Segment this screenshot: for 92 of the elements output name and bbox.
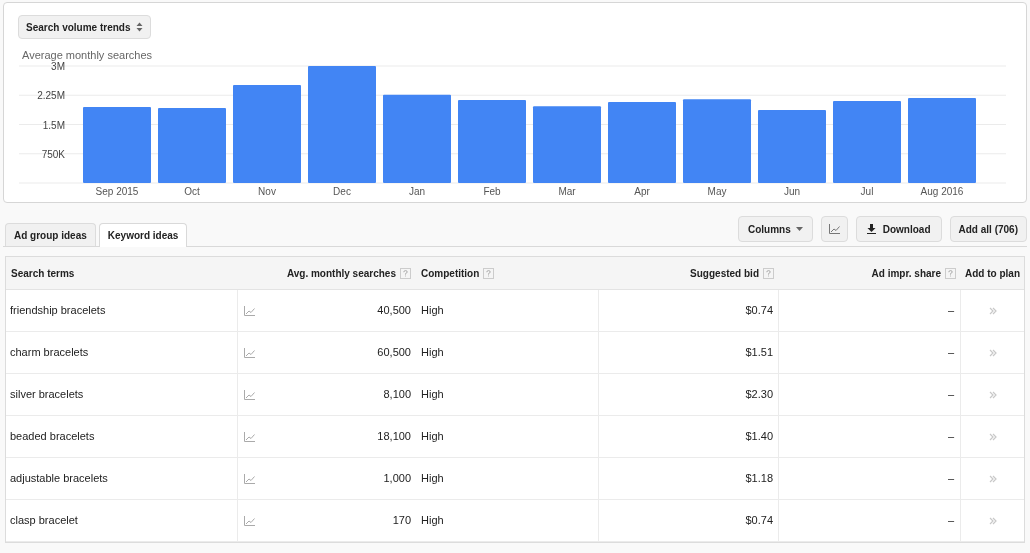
- add-arrows-icon[interactable]: [989, 516, 997, 525]
- sort-arrows-icon: [136, 22, 144, 32]
- bar[interactable]: [683, 99, 751, 183]
- trend-chart-icon[interactable]: [244, 473, 255, 484]
- table-cell-text: High: [421, 429, 444, 445]
- y-axis-label: 1.5M: [42, 119, 65, 131]
- table-cell-text: $0.74: [745, 513, 773, 529]
- table-cell-text: 8,100: [383, 387, 411, 403]
- column-header[interactable]: Search terms: [11, 267, 75, 279]
- add-arrows-icon[interactable]: [989, 432, 997, 441]
- bar[interactable]: [83, 106, 151, 183]
- table-cell-text: 1,000: [383, 471, 411, 487]
- bar[interactable]: [833, 101, 901, 183]
- trend-chart-icon[interactable]: [244, 389, 255, 400]
- trend-chart-icon[interactable]: [244, 305, 255, 316]
- table-cell-text: $1.51: [745, 345, 773, 361]
- table-cell-text: friendship bracelets: [10, 303, 106, 319]
- table-cell-text: High: [421, 303, 444, 319]
- table-cell-text: 18,100: [377, 429, 411, 445]
- add-arrows-icon[interactable]: [989, 306, 997, 315]
- x-axis-label: Jun: [783, 186, 801, 197]
- table-cell-text: High: [421, 513, 444, 529]
- download-button[interactable]: Download: [855, 216, 942, 242]
- y-axis-label: 3M: [51, 62, 65, 72]
- trend-chart-icon: [828, 224, 840, 234]
- trend-chart-icon[interactable]: [244, 515, 255, 526]
- column-header[interactable]: Avg. monthly searches: [286, 267, 396, 279]
- bar[interactable]: [233, 85, 301, 183]
- table-cell-text: silver bracelets: [10, 387, 84, 403]
- table-cell-text: –: [947, 513, 954, 529]
- bar[interactable]: [908, 98, 976, 183]
- chart-type-selector[interactable]: Search volume trends: [18, 15, 152, 39]
- bar[interactable]: [533, 106, 601, 183]
- trend-chart-icon[interactable]: [244, 431, 255, 442]
- table-cell-text: adjustable bracelets: [10, 471, 108, 487]
- x-axis-label: Aug 2016: [920, 186, 964, 197]
- bar[interactable]: [383, 94, 451, 183]
- x-axis-label: Jan: [408, 186, 426, 197]
- table-cell-text: beaded bracelets: [10, 429, 95, 445]
- bar[interactable]: [308, 66, 376, 183]
- table-cell-text: High: [421, 345, 444, 361]
- help-icon[interactable]: [483, 268, 495, 280]
- column-header[interactable]: Competition: [421, 267, 480, 279]
- table-cell-text: $0.74: [745, 303, 773, 319]
- help-icon[interactable]: [945, 268, 956, 280]
- caret-icon: [795, 227, 803, 231]
- column-header[interactable]: Add to plan: [965, 267, 1020, 279]
- table-cell-text: $2.30: [745, 387, 773, 403]
- table-cell-text: High: [421, 471, 444, 487]
- x-axis-label: Sep 2015: [95, 186, 139, 197]
- help-icon[interactable]: [400, 268, 411, 280]
- x-axis-label: Feb: [483, 186, 501, 197]
- add-arrows-icon[interactable]: [989, 348, 997, 357]
- bar[interactable]: [608, 101, 676, 183]
- table-cell-text: –: [947, 387, 954, 403]
- y-axis-label: 750K: [41, 148, 65, 160]
- add-all-button[interactable]: Add all (706): [949, 216, 1027, 242]
- table-cell-text: $1.18: [745, 471, 773, 487]
- x-axis-label: May: [707, 186, 727, 197]
- table-cell-text: –: [947, 303, 954, 319]
- x-axis-label: Mar: [558, 186, 576, 197]
- y-axis-label: 2.25M: [37, 90, 65, 102]
- tab[interactable]: Ad group ideas: [5, 223, 96, 246]
- table-cell-text: 60,500: [377, 345, 411, 361]
- bar[interactable]: [758, 110, 826, 183]
- chart-title: Average monthly searches: [22, 48, 153, 62]
- tab[interactable]: Keyword ideas: [98, 223, 188, 247]
- add-arrows-icon[interactable]: [989, 474, 997, 483]
- table-cell-text: clasp bracelet: [10, 513, 78, 529]
- x-axis-label: Apr: [634, 186, 650, 197]
- columns-button[interactable]: Columns: [737, 216, 813, 242]
- bar[interactable]: [458, 99, 526, 183]
- column-header[interactable]: Ad impr. share: [871, 267, 941, 279]
- table-cell-text: $1.40: [745, 429, 773, 445]
- table-cell-text: –: [947, 429, 954, 445]
- table-cell-text: –: [947, 345, 954, 361]
- table-cell-text: High: [421, 387, 444, 403]
- table-cell-text: 170: [392, 513, 411, 529]
- trend-chart-icon[interactable]: [244, 347, 255, 358]
- x-axis-label: Jul: [860, 186, 874, 197]
- table-cell-text: charm bracelets: [10, 345, 89, 361]
- download-icon: [866, 224, 876, 234]
- add-arrows-icon[interactable]: [989, 390, 997, 399]
- x-axis-label: Dec: [333, 186, 351, 197]
- x-axis-label: Nov: [258, 186, 276, 197]
- bar[interactable]: [158, 108, 226, 183]
- column-header[interactable]: Suggested bid: [690, 267, 759, 279]
- chart-toggle-button[interactable]: [820, 216, 848, 242]
- table-cell-text: 40,500: [377, 303, 411, 319]
- table-cell-text: –: [947, 471, 954, 487]
- help-icon[interactable]: [763, 268, 774, 280]
- x-axis-label: Oct: [184, 186, 200, 197]
